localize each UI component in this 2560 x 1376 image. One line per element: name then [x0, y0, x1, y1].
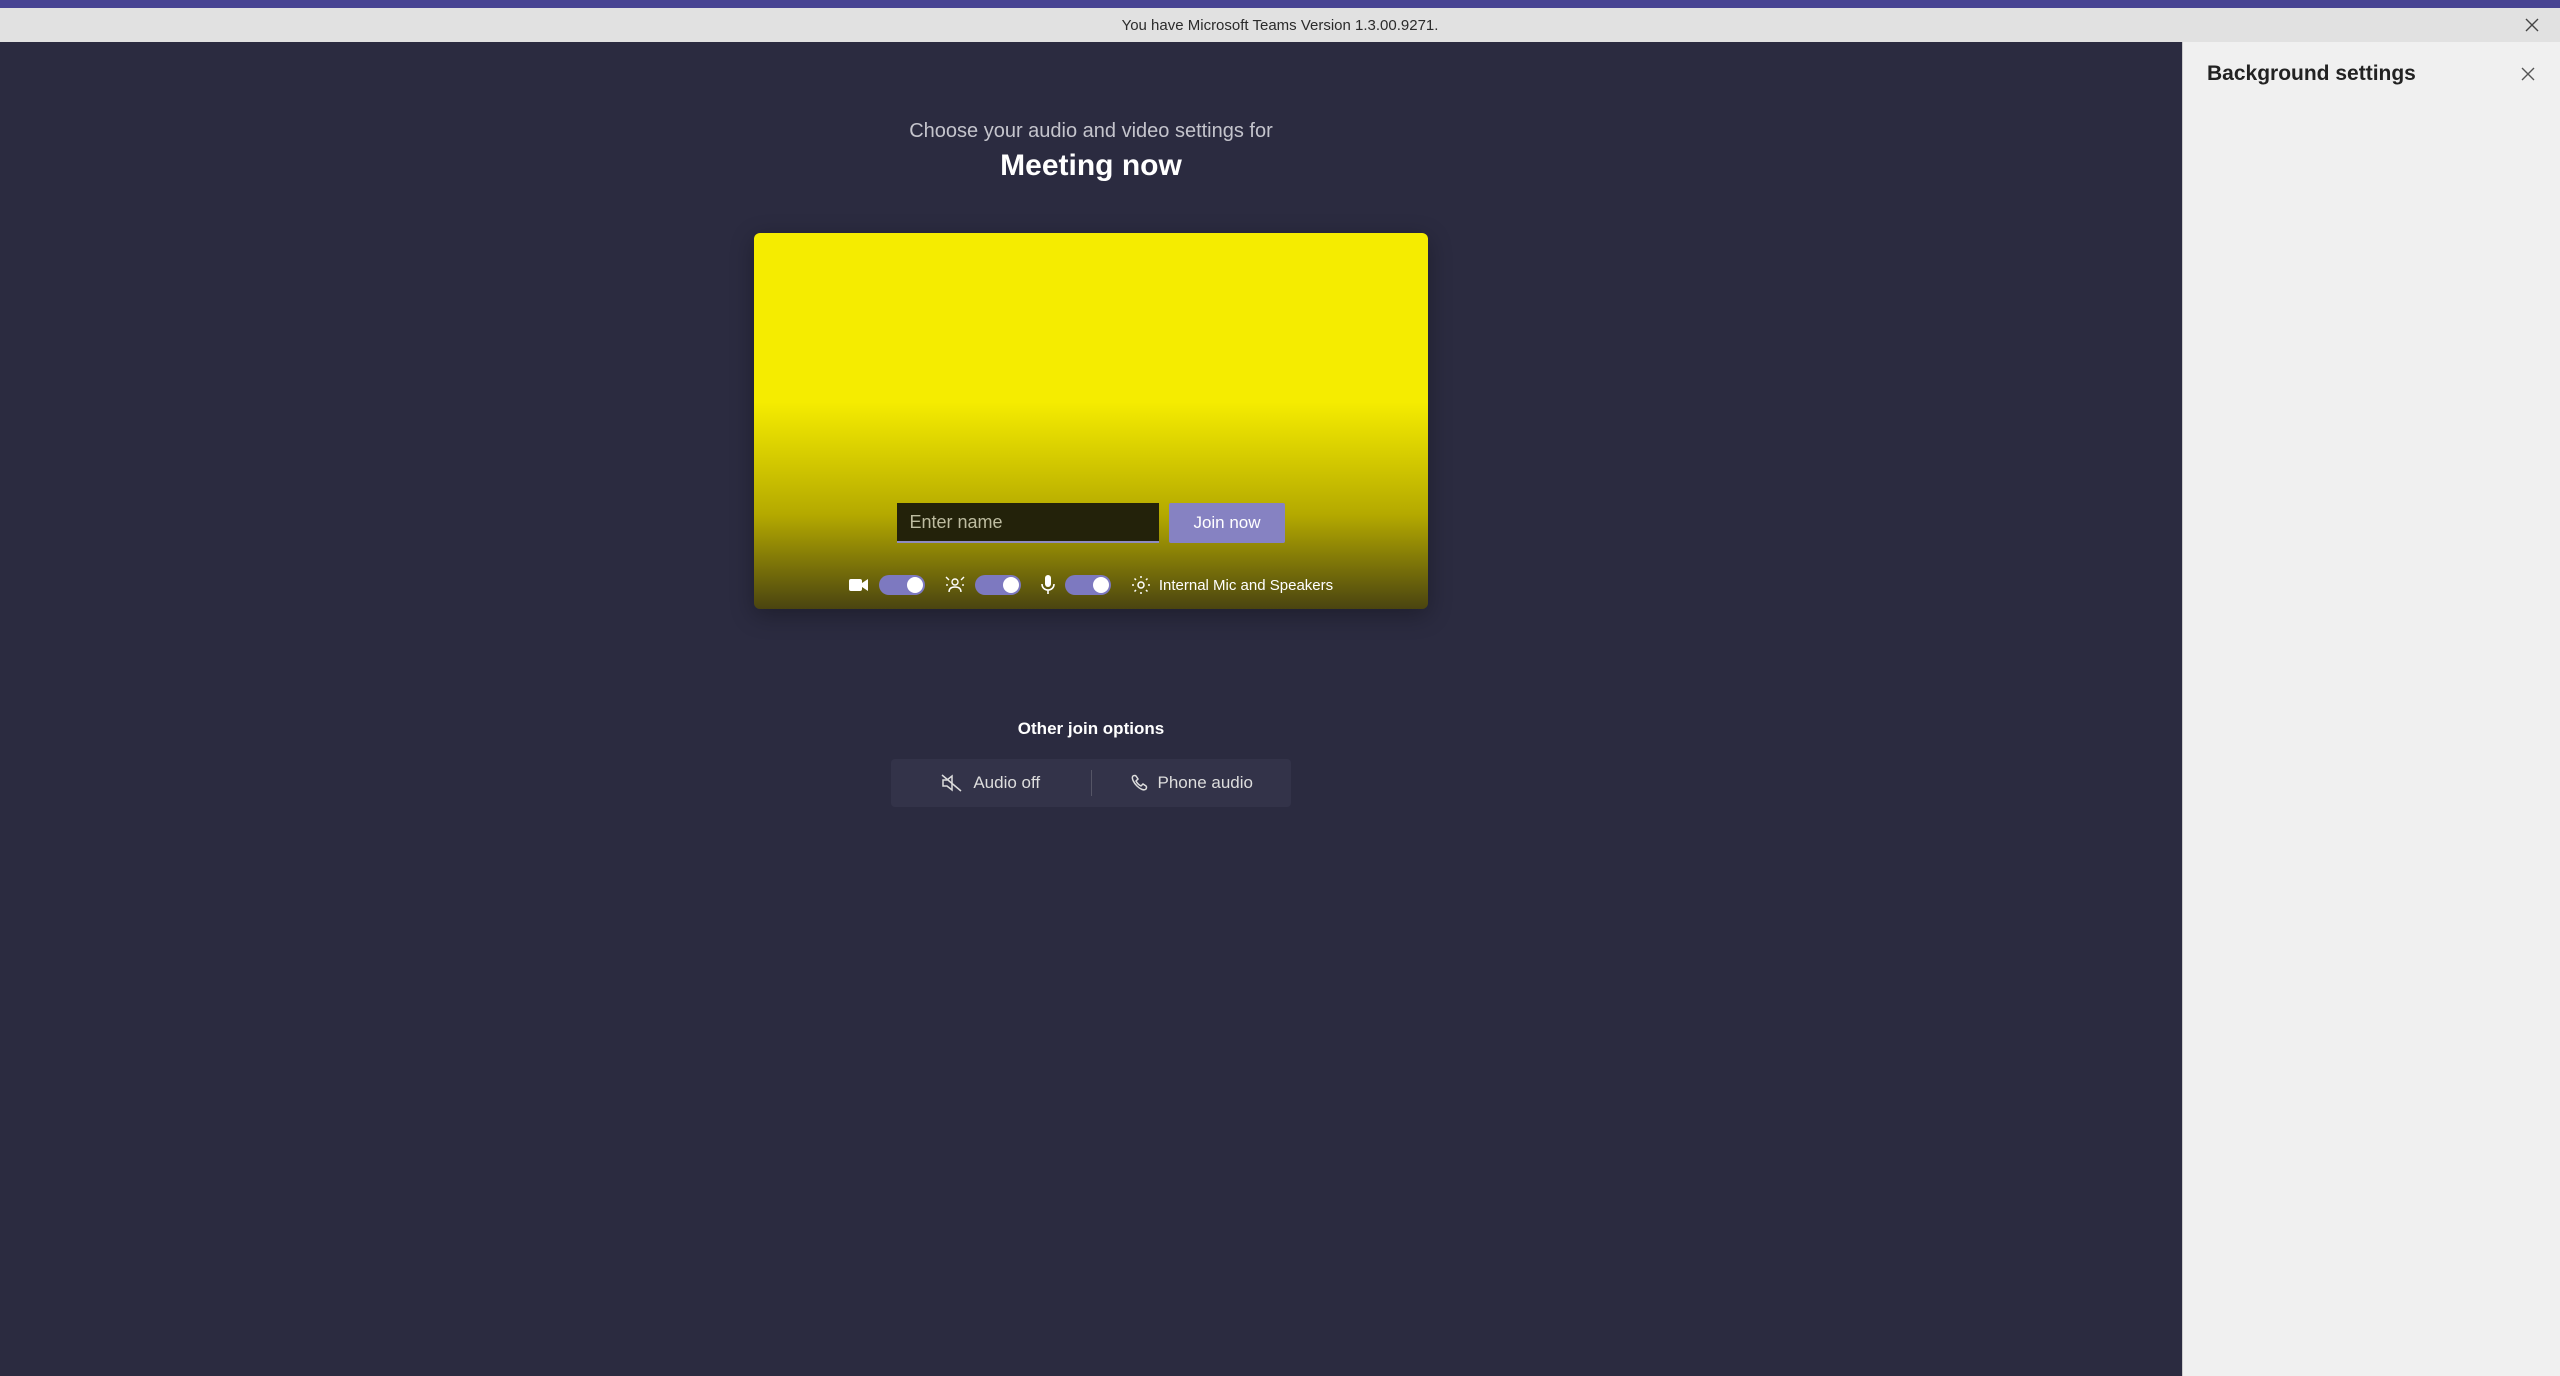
mic-toggle[interactable]: [1065, 575, 1111, 595]
camera-icon: [849, 577, 869, 593]
other-join-options: Other join options Audio off: [891, 719, 1291, 807]
background-settings-panel: Background settings: [2182, 42, 2560, 1376]
side-panel-title: Background settings: [2207, 62, 2416, 86]
toggle-knob: [1003, 577, 1019, 593]
device-settings-group[interactable]: Internal Mic and Speakers: [1131, 575, 1333, 595]
background-blur-control-group: [945, 575, 1021, 595]
background-blur-toggle[interactable]: [975, 575, 1021, 595]
toggle-knob: [1093, 577, 1109, 593]
name-input[interactable]: [897, 503, 1159, 543]
av-controls-row: Internal Mic and Speakers: [754, 575, 1428, 595]
join-now-button[interactable]: Join now: [1169, 503, 1284, 543]
camera-toggle[interactable]: [879, 575, 925, 595]
other-options-card: Audio off Phone audio: [891, 759, 1291, 807]
title-bar-purple: [0, 0, 2560, 8]
mic-control-group: [1041, 575, 1111, 595]
camera-control-group: [849, 575, 925, 595]
toggle-knob: [907, 577, 923, 593]
close-icon: [2520, 66, 2536, 82]
audio-off-label: Audio off: [973, 773, 1040, 793]
video-preview-card: Join now: [754, 233, 1428, 609]
version-notification-text: You have Microsoft Teams Version 1.3.00.…: [1122, 17, 1439, 34]
speaker-off-icon: [941, 773, 963, 793]
other-options-title: Other join options: [891, 719, 1291, 739]
side-panel-close-button[interactable]: [2520, 66, 2536, 82]
prejoin-main-area: Choose your audio and video settings for…: [0, 42, 2182, 1376]
audio-off-option[interactable]: Audio off: [891, 773, 1091, 793]
side-panel-header: Background settings: [2207, 62, 2536, 86]
prejoin-title: Meeting now: [909, 149, 1273, 183]
gear-icon: [1131, 575, 1151, 595]
background-blur-icon: [945, 576, 965, 594]
device-label: Internal Mic and Speakers: [1159, 577, 1333, 594]
phone-audio-option[interactable]: Phone audio: [1092, 773, 1292, 793]
prejoin-subtitle: Choose your audio and video settings for: [909, 120, 1273, 143]
prejoin-header: Choose your audio and video settings for…: [909, 120, 1273, 183]
name-join-row: Join now: [754, 503, 1428, 543]
version-notification-bar: You have Microsoft Teams Version 1.3.00.…: [0, 8, 2560, 42]
close-icon: [2524, 17, 2540, 33]
phone-icon: [1130, 774, 1148, 792]
microphone-icon: [1041, 575, 1055, 595]
notification-close-button[interactable]: [2524, 17, 2540, 33]
phone-audio-label: Phone audio: [1158, 773, 1253, 793]
